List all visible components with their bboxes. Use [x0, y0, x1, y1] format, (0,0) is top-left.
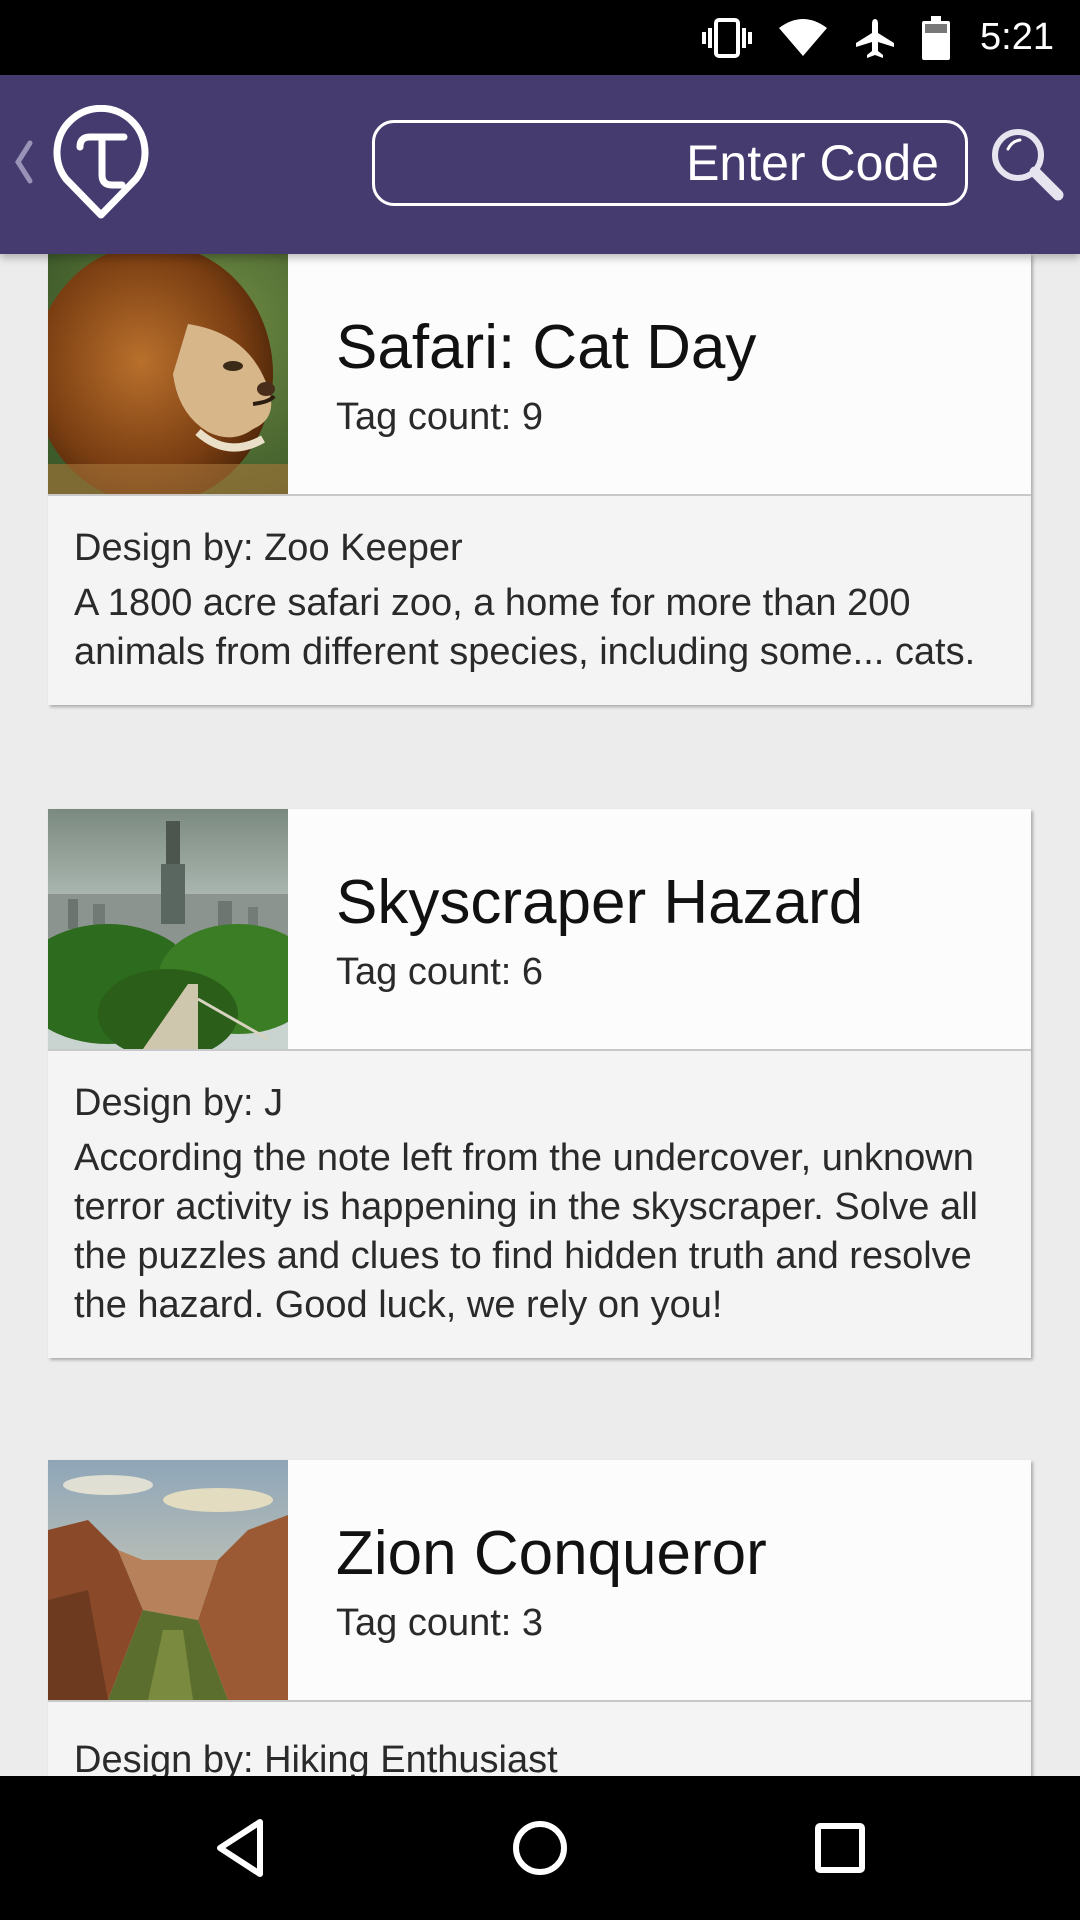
card-header: Zion Conqueror Tag count: 3 — [48, 1460, 1031, 1702]
airplane-mode-icon — [854, 17, 896, 59]
canyon-thumbnail — [48, 1460, 288, 1700]
status-time: 5:21 — [980, 16, 1054, 58]
trail-card[interactable]: Skyscraper Hazard Tag count: 6 Design by… — [48, 809, 1031, 1358]
tag-count: Tag count: 3 — [336, 1602, 544, 1644]
triangle-back-icon[interactable] — [206, 1812, 278, 1884]
card-header: Skyscraper Hazard Tag count: 6 — [48, 809, 1031, 1051]
card-title: Safari: Cat Day — [336, 313, 757, 382]
app-logo-icon[interactable] — [52, 104, 150, 221]
card-designer: Design by: Hiking Enthusiast — [74, 1739, 558, 1776]
card-designer: Design by: J — [74, 1082, 284, 1124]
battery-icon — [922, 15, 951, 60]
magnifier-icon[interactable] — [986, 123, 1066, 203]
card-title: Zion Conqueror — [336, 1519, 767, 1588]
app-bar — [0, 75, 1080, 254]
wifi-icon — [778, 18, 828, 58]
status-bar: 5:21 — [0, 0, 1080, 75]
enter-code-input[interactable] — [372, 120, 968, 206]
trail-card[interactable]: Safari: Cat Day Tag count: 9 Design by: … — [48, 254, 1031, 705]
lion-thumbnail — [48, 254, 288, 494]
card-description: A 1800 acre safari zoo, a home for more … — [74, 582, 976, 673]
city-skyline-thumbnail — [48, 809, 288, 1049]
card-body: Design by: Zoo Keeper A 1800 acre safari… — [48, 496, 1031, 705]
trail-card[interactable]: Zion Conqueror Tag count: 3 Design by: H… — [48, 1460, 1031, 1776]
vibrate-icon — [702, 17, 753, 58]
navigation-bar — [0, 1776, 1080, 1920]
card-designer: Design by: Zoo Keeper — [74, 527, 463, 569]
status-icons: 5:21 — [702, 0, 1054, 75]
trail-list[interactable]: Safari: Cat Day Tag count: 9 Design by: … — [0, 254, 1080, 1776]
square-recents-icon[interactable] — [804, 1812, 876, 1884]
card-title: Skyscraper Hazard — [336, 868, 864, 937]
card-body: Design by: Hiking Enthusiast — [48, 1702, 1031, 1776]
card-header: Safari: Cat Day Tag count: 9 — [48, 254, 1031, 496]
card-body: Design by: J According the note left fro… — [48, 1051, 1031, 1358]
tag-count: Tag count: 9 — [336, 396, 544, 438]
tag-count: Tag count: 6 — [336, 951, 544, 993]
chevron-left-icon[interactable] — [10, 137, 36, 187]
card-description: According the note left from the underco… — [74, 1137, 978, 1326]
circle-home-icon[interactable] — [504, 1812, 576, 1884]
